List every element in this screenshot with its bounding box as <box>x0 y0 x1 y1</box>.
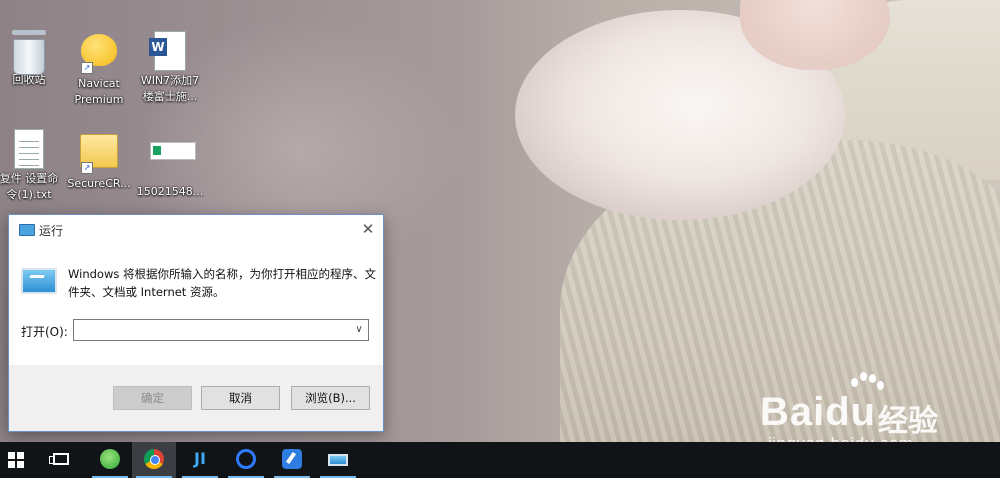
image-file-icon <box>150 142 196 182</box>
run-icon <box>19 224 35 236</box>
taskbar-note-app[interactable] <box>270 442 314 478</box>
desktop-icon-label: 15021548... <box>136 185 204 198</box>
cancel-button[interactable]: 取消 <box>201 386 280 410</box>
green-circle-app-icon <box>100 449 120 469</box>
chevron-down-icon[interactable]: ∨ <box>350 320 368 340</box>
text-file-icon <box>9 129 49 169</box>
desktop-icon-recycle-bin[interactable]: 回收站 <box>0 30 64 88</box>
desktop-icon-securecrt[interactable]: ↗ SecureCR... <box>64 128 134 192</box>
recycle-bin-icon <box>9 30 49 75</box>
start-button[interactable] <box>0 442 40 478</box>
dialog-description: Windows 将根据你所输入的名称，为你打开相应的程序、文件夹、文档或 Int… <box>68 267 376 299</box>
run-dialog: 运行 ✕ Windows 将根据你所输入的名称，为你打开相应的程序、文件夹、文档… <box>8 214 384 432</box>
open-combobox[interactable]: ∨ <box>73 319 369 341</box>
task-view-icon <box>49 453 69 465</box>
open-input[interactable] <box>74 322 352 340</box>
desktop-icon-label: 复件 设置命 令(1).txt <box>0 172 59 201</box>
desktop-icon-navicat[interactable]: ↗ Navicat Premium <box>64 30 134 108</box>
baidu-jingyan-watermark: Baidu 经验 jingyan.baidu.com <box>760 372 960 453</box>
open-label: 打开(O): <box>21 325 68 339</box>
desktop-icon-label: WIN7添加7 楼富士施... <box>140 74 200 103</box>
baidu-netdisk-icon <box>236 449 256 469</box>
taskbar-green-app[interactable] <box>88 442 132 478</box>
ok-button[interactable]: 确定 <box>113 386 192 410</box>
dialog-footer: 确定 取消 浏览(B)... <box>9 365 383 431</box>
taskbar-chrome[interactable] <box>132 442 176 478</box>
folder-icon: ↗ <box>79 134 119 174</box>
taskbar: JI <box>0 442 1000 478</box>
desktop-icon-text-file[interactable]: 复件 设置命 令(1).txt <box>0 128 64 203</box>
desktop-icon-image[interactable]: 15021548... <box>135 128 205 200</box>
run-program-icon <box>21 268 57 294</box>
desktop-icon-label: SecureCR... <box>67 177 131 190</box>
windows-logo-icon <box>8 452 24 468</box>
browse-button[interactable]: 浏览(B)... <box>291 386 370 410</box>
chrome-icon <box>144 449 164 469</box>
note-app-icon <box>282 449 302 469</box>
navicat-icon: ↗ <box>79 34 119 74</box>
ji-app-icon: JI <box>194 449 206 468</box>
dialog-title: 运行 <box>39 224 64 238</box>
desktop-icon-label: Navicat Premium <box>74 77 124 106</box>
dialog-title-bar[interactable]: 运行 ✕ <box>9 215 383 245</box>
close-icon[interactable]: ✕ <box>353 215 383 243</box>
task-view-button[interactable] <box>40 442 84 478</box>
watermark-logo: Baidu <box>760 390 877 434</box>
taskbar-baidu-netdisk[interactable] <box>224 442 268 478</box>
run-dialog-icon <box>328 454 348 466</box>
word-document-icon <box>149 31 190 71</box>
taskbar-run[interactable] <box>316 442 360 478</box>
desktop-icon-word-doc[interactable]: WIN7添加7 楼富士施... <box>135 30 205 105</box>
taskbar-ji-app[interactable]: JI <box>178 442 222 478</box>
